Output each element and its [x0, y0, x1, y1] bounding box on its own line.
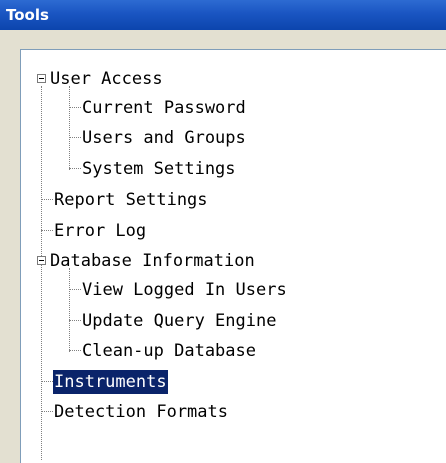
collapse-database-information-icon[interactable] [37, 256, 46, 265]
tree-node-label: Clean-up Database [82, 341, 256, 361]
tree-connector [69, 320, 81, 321]
tree-node-label: Report Settings [54, 190, 208, 210]
tree-line-user-access [69, 86, 70, 170]
tree-connector [69, 168, 81, 169]
tools-tree[interactable]: User Access Current Password Users and G… [20, 49, 446, 463]
panel-title: Tools [0, 0, 446, 30]
tree-node-label: Instruments [52, 369, 169, 395]
tree-connector [69, 289, 81, 290]
tree-node-label: Detection Formats [54, 402, 228, 422]
tree-connector [41, 381, 53, 382]
tree-node-label: User Access [50, 69, 163, 89]
tree-connector [41, 199, 53, 200]
tree-node-label: Database Information [50, 251, 255, 271]
tree-node-label: Error Log [54, 221, 147, 241]
tree-connector [41, 230, 53, 231]
tree-node-label: Current Password [82, 98, 246, 118]
tree-connector [69, 137, 81, 138]
tree-node-label: Users and Groups [82, 128, 246, 148]
tree-node-label: Update Query Engine [82, 311, 277, 331]
tree-connector [41, 411, 53, 412]
tree-connector [69, 107, 81, 108]
tree-connector [69, 350, 81, 351]
tree-line-root [41, 86, 42, 460]
tree-node-label: System Settings [82, 159, 236, 179]
collapse-user-access-icon[interactable] [37, 74, 46, 83]
tree-line-database-information [69, 268, 70, 352]
tools-panel: Tools User Access Current Password Users… [0, 0, 446, 463]
tree-node-label: View Logged In Users [82, 280, 287, 300]
